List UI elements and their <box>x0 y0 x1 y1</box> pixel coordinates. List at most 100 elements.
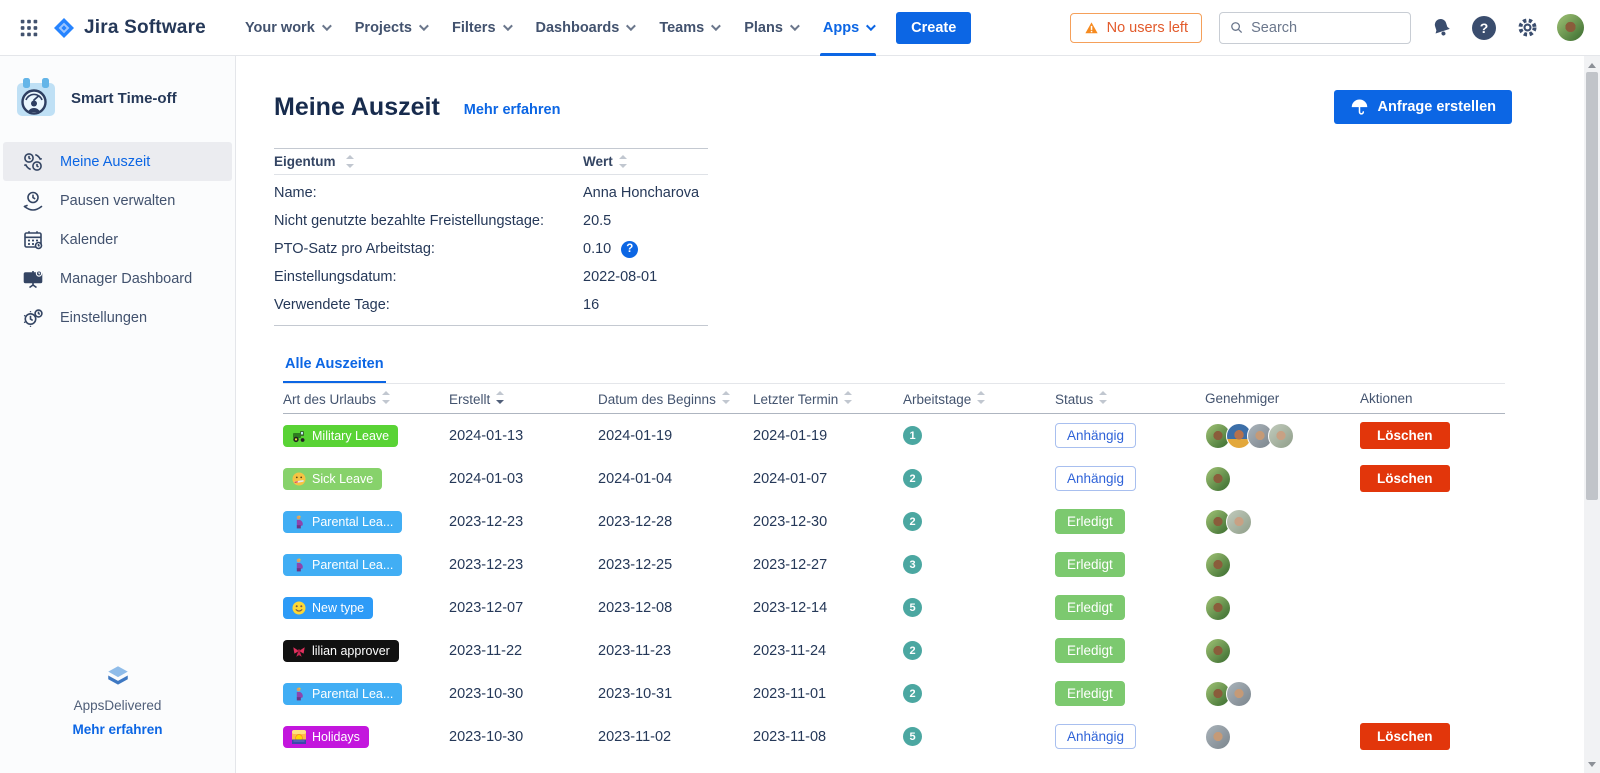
app-switcher-icon[interactable] <box>16 15 42 41</box>
sidebar-item-meine-auszeit[interactable]: Meine Auszeit <box>3 142 232 181</box>
nav-item-filters[interactable]: Filters <box>439 0 523 56</box>
leave-type-label: New type <box>312 601 364 615</box>
column-header-art-des-urlaubs[interactable]: Art des Urlaubs <box>283 391 449 407</box>
column-header-status[interactable]: Status <box>1055 391 1205 407</box>
create-request-button[interactable]: Anfrage erstellen <box>1334 90 1512 124</box>
pregnant-woman-icon <box>292 515 306 529</box>
column-header-letzter-termin[interactable]: Letzter Termin <box>753 391 903 407</box>
leave-type-badge: New type <box>283 597 373 619</box>
table-row: Holidays2023-10-302023-11-022023-11-085A… <box>283 715 1505 758</box>
settings-icon <box>20 305 46 331</box>
summary-label: Verwendete Tage: <box>274 297 583 313</box>
sidebar-item-label: Einstellungen <box>60 310 147 326</box>
end-date: 2023-12-27 <box>753 557 903 573</box>
sort-icon <box>1098 391 1107 404</box>
end-date: 2023-11-24 <box>753 643 903 659</box>
actions-cell: Löschen <box>1360 422 1505 449</box>
column-header-datum-des-beginns[interactable]: Datum des Beginns <box>598 391 753 407</box>
nav-item-dashboards[interactable]: Dashboards <box>523 0 647 56</box>
sidebar-item-label: Meine Auszeit <box>60 154 150 170</box>
create-button[interactable]: Create <box>896 12 971 44</box>
tab-alle-auszeiten[interactable]: Alle Auszeiten <box>283 356 386 383</box>
nav-item-projects[interactable]: Projects <box>342 0 439 56</box>
sidebar-item-label: Manager Dashboard <box>60 271 192 287</box>
settings-gear-icon[interactable] <box>1514 15 1540 41</box>
tab-bar: Alle Auszeiten <box>283 356 1505 384</box>
vertical-scrollbar[interactable] <box>1584 56 1600 773</box>
user-avatar[interactable] <box>1557 14 1584 41</box>
approver-avatar-man-gray-hair[interactable] <box>1268 423 1294 449</box>
timeoff-table-header: Art des UrlaubsErstelltDatum des Beginns… <box>283 384 1505 414</box>
scrollbar-thumb[interactable] <box>1586 72 1598 500</box>
summary-value: 0.10? <box>583 241 708 258</box>
column-header-arbeitstage[interactable]: Arbeitstage <box>903 391 1055 407</box>
sidebar-learn-more-link[interactable]: Mehr erfahren <box>72 722 162 737</box>
start-date: 2023-11-02 <box>598 729 753 745</box>
approvers-stack <box>1205 552 1360 578</box>
scroll-down-arrow[interactable] <box>1584 757 1600 771</box>
notifications-bell-icon[interactable] <box>1428 15 1454 41</box>
nav-item-apps[interactable]: Apps <box>810 0 886 56</box>
leave-type-label: Sick Leave <box>312 472 373 486</box>
created-date: 2024-01-03 <box>449 471 598 487</box>
approver-avatar-woman-dark-hair[interactable] <box>1205 595 1231 621</box>
nav-item-plans[interactable]: Plans <box>731 0 810 56</box>
table-row: lilian approver2023-11-222023-11-232023-… <box>283 629 1505 672</box>
jira-logo[interactable]: Jira Software <box>52 16 206 40</box>
summary-label: PTO-Satz pro Arbeitstag: <box>274 241 583 257</box>
summary-label: Einstellungsdatum: <box>274 269 583 285</box>
delete-button[interactable]: Löschen <box>1360 422 1450 449</box>
sort-icon <box>345 155 354 168</box>
help-icon[interactable]: ? <box>1471 15 1497 41</box>
summary-row: Verwendete Tage:16 <box>274 291 708 319</box>
created-date: 2023-10-30 <box>449 729 598 745</box>
approvers-stack <box>1205 423 1360 449</box>
leave-type-label: Parental Lea... <box>312 515 393 529</box>
create-request-label: Anfrage erstellen <box>1378 99 1496 115</box>
delete-button[interactable]: Löschen <box>1360 465 1450 492</box>
approver-avatar-woman-dark-hair[interactable] <box>1205 552 1231 578</box>
summary-col-eigentum[interactable]: Eigentum <box>274 154 583 169</box>
sidebar-item-kalender[interactable]: Kalender <box>3 220 232 259</box>
sidebar-item-pausen-verwalten[interactable]: Pausen verwalten <box>3 181 232 220</box>
start-date: 2024-01-19 <box>598 428 753 444</box>
approver-avatar-woman-dark-hair[interactable] <box>1205 466 1231 492</box>
sort-icon <box>721 391 730 404</box>
approver-avatar-man-gray-hair[interactable] <box>1226 509 1252 535</box>
column-header-erstellt[interactable]: Erstellt <box>449 391 598 407</box>
learn-more-link[interactable]: Mehr erfahren <box>464 102 561 118</box>
table-row: Parental Lea...2023-12-232023-12-282023-… <box>283 500 1505 543</box>
summary-value: Anna Honcharova <box>583 185 708 201</box>
nav-item-teams[interactable]: Teams <box>646 0 731 56</box>
nav-item-your-work[interactable]: Your work <box>232 0 342 56</box>
chevron-down-icon <box>502 21 512 31</box>
pto-rate-help-icon[interactable]: ? <box>621 241 638 258</box>
leave-type-label: Parental Lea... <box>312 558 393 572</box>
pregnant-woman-icon <box>292 687 306 701</box>
summary-col-wert[interactable]: Wert <box>583 154 708 169</box>
nav-item-label: Apps <box>823 20 859 36</box>
no-users-left-warning[interactable]: No users left <box>1070 13 1202 43</box>
leave-type-badge: Sick Leave <box>283 468 382 490</box>
nav-item-label: Plans <box>744 20 783 36</box>
sidebar-item-einstellungen[interactable]: Einstellungen <box>3 298 232 337</box>
summary-row: PTO-Satz pro Arbeitstag:0.10? <box>274 235 708 263</box>
approver-avatar-man-glasses[interactable] <box>1226 681 1252 707</box>
approver-avatar-woman-dark-hair[interactable] <box>1205 638 1231 664</box>
created-date: 2023-11-22 <box>449 643 598 659</box>
app-header: Smart Time-off <box>0 56 235 142</box>
tractor-icon <box>292 429 306 443</box>
search-input[interactable] <box>1251 20 1400 36</box>
approver-avatar-man-glasses[interactable] <box>1205 724 1231 750</box>
created-date: 2023-12-23 <box>449 557 598 573</box>
smart-timeoff-app-icon <box>14 76 58 120</box>
timeoff-table: Art des UrlaubsErstelltDatum des Beginns… <box>283 384 1505 758</box>
start-date: 2024-01-04 <box>598 471 753 487</box>
leave-type-badge: Military Leave <box>283 425 398 447</box>
scroll-up-arrow[interactable] <box>1584 58 1600 72</box>
created-date: 2024-01-13 <box>449 428 598 444</box>
table-row: Military Leave2024-01-132024-01-192024-0… <box>283 414 1505 457</box>
sidebar-item-manager-dashboard[interactable]: Manager Dashboard <box>3 259 232 298</box>
leave-type-badge: Parental Lea... <box>283 683 402 705</box>
delete-button[interactable]: Löschen <box>1360 723 1450 750</box>
